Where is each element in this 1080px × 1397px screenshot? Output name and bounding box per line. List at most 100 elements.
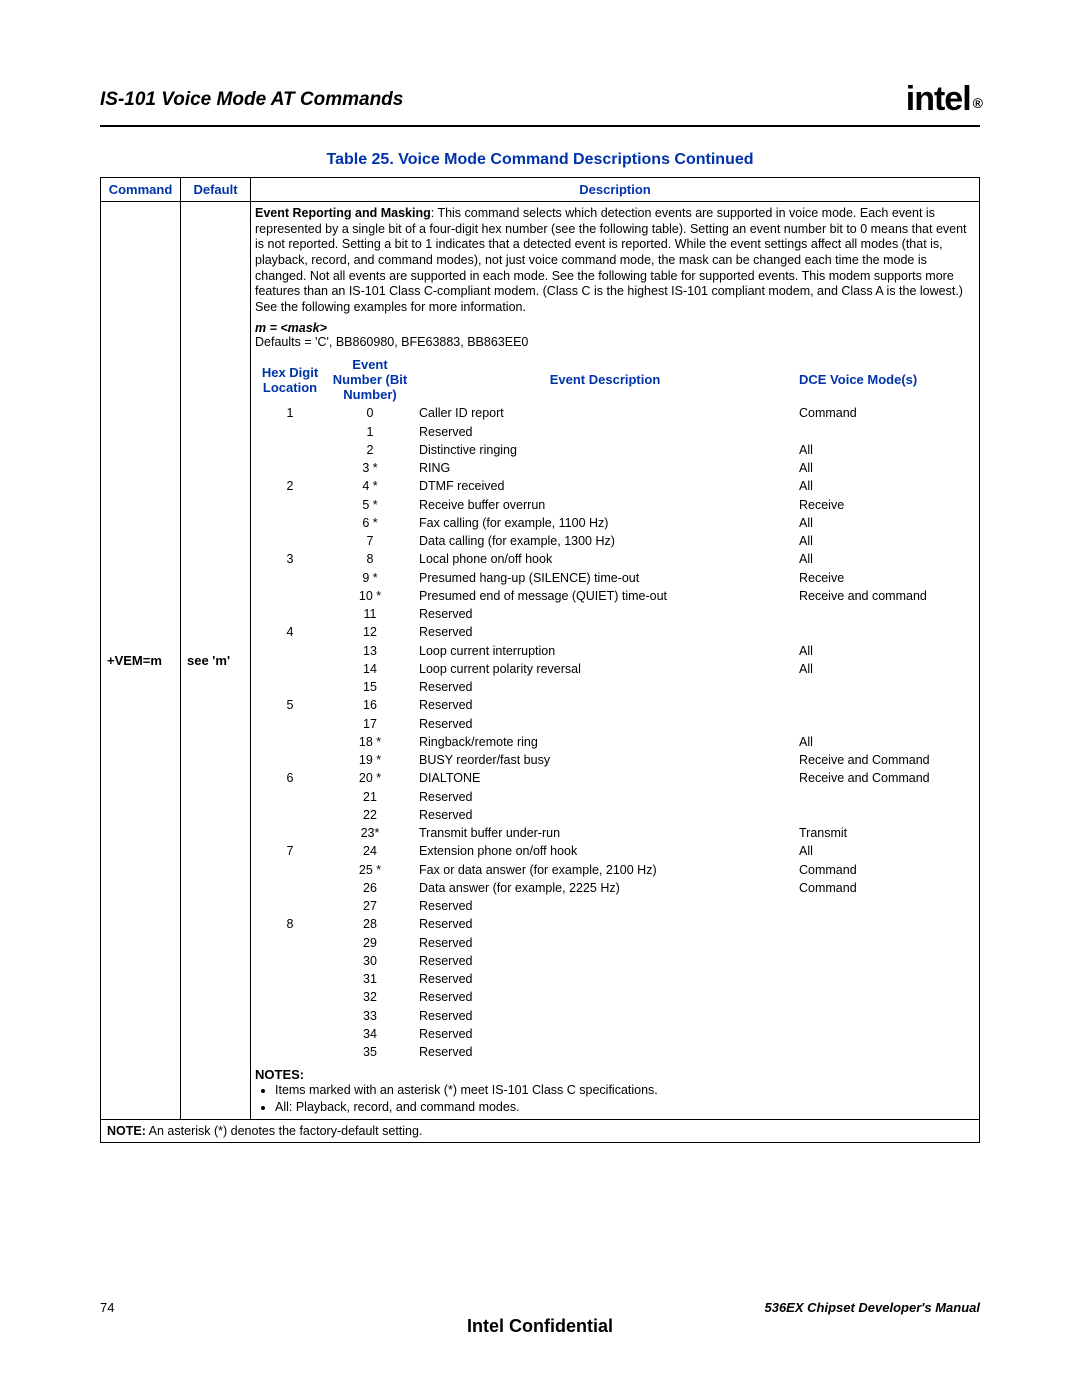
event-hex [255, 988, 325, 1006]
event-number: 10 * [325, 587, 415, 605]
event-hex [255, 861, 325, 879]
event-row: 34Reserved [255, 1025, 975, 1043]
event-row: 21Reserved [255, 788, 975, 806]
event-number: 5 * [325, 496, 415, 514]
manual-title: 536EX Chipset Developer's Manual [764, 1300, 980, 1315]
event-description: Reserved [415, 605, 795, 623]
event-number: 19 * [325, 751, 415, 769]
event-hex [255, 1043, 325, 1061]
event-description: Reserved [415, 806, 795, 824]
event-description: Ringback/remote ring [415, 733, 795, 751]
event-hex [255, 879, 325, 897]
event-hex [255, 423, 325, 441]
event-dce-mode [795, 715, 975, 733]
event-number: 2 [325, 441, 415, 459]
event-hex [255, 441, 325, 459]
event-row: 22Reserved [255, 806, 975, 824]
event-row: 3 *RINGAll [255, 459, 975, 477]
event-dce-mode: All [795, 842, 975, 860]
event-dce-mode: Transmit [795, 824, 975, 842]
event-dce-mode: Receive and Command [795, 751, 975, 769]
logo-text: intel [906, 80, 971, 118]
event-number: 27 [325, 897, 415, 915]
event-description: Loop current polarity reversal [415, 660, 795, 678]
notes-block: NOTES: Items marked with an asterisk (*)… [255, 1067, 975, 1115]
event-description: Fax calling (for example, 1100 Hz) [415, 514, 795, 532]
event-number: 13 [325, 642, 415, 660]
event-row: 620 *DIALTONEReceive and Command [255, 769, 975, 787]
event-row: 11Reserved [255, 605, 975, 623]
event-row: 828Reserved [255, 915, 975, 933]
event-dce-mode [795, 897, 975, 915]
event-number: 32 [325, 988, 415, 1006]
event-row: 2Distinctive ringingAll [255, 441, 975, 459]
note-item: Items marked with an asterisk (*) meet I… [275, 1082, 975, 1098]
event-number: 9 * [325, 569, 415, 587]
event-dce-mode [795, 806, 975, 824]
event-hex [255, 678, 325, 696]
confidential-mark: Intel Confidential [100, 1316, 980, 1337]
event-dce-mode: All [795, 477, 975, 495]
event-number: 25 * [325, 861, 415, 879]
event-number: 1 [325, 423, 415, 441]
event-hex [255, 934, 325, 952]
desc-rest: : This command selects which detection e… [255, 206, 967, 314]
event-number: 29 [325, 934, 415, 952]
event-hex [255, 788, 325, 806]
event-row: 9 *Presumed hang-up (SILENCE) time-outRe… [255, 569, 975, 587]
event-number: 35 [325, 1043, 415, 1061]
event-dce-mode [795, 678, 975, 696]
event-number: 21 [325, 788, 415, 806]
event-number: 30 [325, 952, 415, 970]
event-hex [255, 496, 325, 514]
event-hex: 5 [255, 696, 325, 714]
event-hex [255, 514, 325, 532]
event-number: 3 * [325, 459, 415, 477]
event-hex [255, 751, 325, 769]
event-hex [255, 605, 325, 623]
event-row: 13Loop current interruptionAll [255, 642, 975, 660]
event-dce-mode [795, 423, 975, 441]
event-number: 15 [325, 678, 415, 696]
col-header-command: Command [101, 178, 181, 202]
event-description: Reserved [415, 897, 795, 915]
event-dce-mode: Receive [795, 496, 975, 514]
event-hex [255, 660, 325, 678]
table-note-row: NOTE: An asterisk (*) denotes the factor… [101, 1119, 980, 1142]
event-hex: 7 [255, 842, 325, 860]
event-number: 4 * [325, 477, 415, 495]
event-hex: 4 [255, 623, 325, 641]
event-description: Fax or data answer (for example, 2100 Hz… [415, 861, 795, 879]
event-row: 35Reserved [255, 1043, 975, 1061]
event-description: Reserved [415, 1043, 795, 1061]
event-dce-mode: Receive and Command [795, 769, 975, 787]
table-caption: Table 25. Voice Mode Command Description… [100, 151, 980, 169]
event-row: 31Reserved [255, 970, 975, 988]
event-dce-mode [795, 915, 975, 933]
event-row: 24 *DTMF receivedAll [255, 477, 975, 495]
event-row: 10Caller ID reportCommand [255, 404, 975, 422]
event-description: Data answer (for example, 2225 Hz) [415, 879, 795, 897]
event-row: 724Extension phone on/off hookAll [255, 842, 975, 860]
event-row: 26Data answer (for example, 2225 Hz)Comm… [255, 879, 975, 897]
event-dce-mode: All [795, 441, 975, 459]
event-row: 14Loop current polarity reversalAll [255, 660, 975, 678]
event-hex [255, 459, 325, 477]
event-number: 7 [325, 532, 415, 550]
event-dce-mode: All [795, 459, 975, 477]
event-description: Reserved [415, 1025, 795, 1043]
event-hex: 2 [255, 477, 325, 495]
event-dce-mode: All [795, 733, 975, 751]
voice-mode-commands-table: Command Default Description +VEM=m see '… [100, 177, 980, 1143]
event-number: 0 [325, 404, 415, 422]
event-number: 31 [325, 970, 415, 988]
event-row: 5 *Receive buffer overrunReceive [255, 496, 975, 514]
event-description: Receive buffer overrun [415, 496, 795, 514]
event-hex [255, 824, 325, 842]
event-dce-mode: Command [795, 861, 975, 879]
event-number: 23* [325, 824, 415, 842]
event-number: 22 [325, 806, 415, 824]
event-hex [255, 587, 325, 605]
event-row: 1Reserved [255, 423, 975, 441]
event-hex [255, 1025, 325, 1043]
